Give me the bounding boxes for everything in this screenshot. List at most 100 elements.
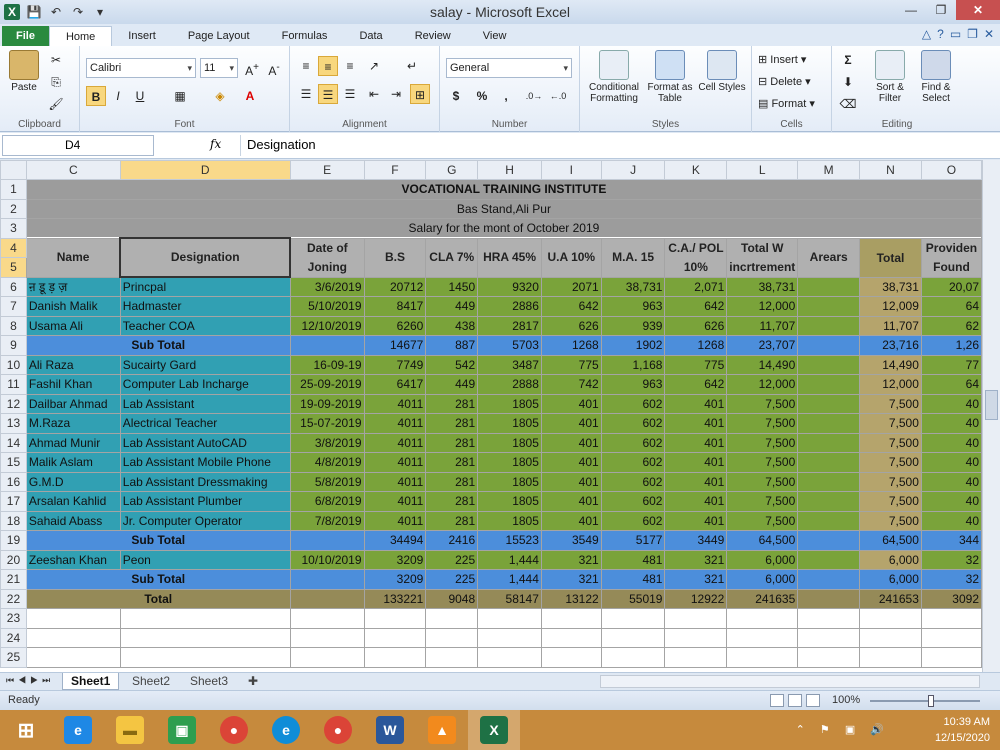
cell-date[interactable]: 7/8/2019 (289, 510, 365, 531)
cell-cla[interactable]: 281 (425, 510, 479, 531)
horizontal-scrollbar[interactable] (600, 675, 980, 688)
insert-sheet-icon[interactable]: ✚ (240, 673, 266, 690)
header-provident[interactable]: Providen Found (920, 237, 982, 278)
cell-total[interactable]: 7,500 (859, 432, 922, 453)
empty-cell[interactable] (540, 627, 602, 648)
empty-cell[interactable] (600, 608, 666, 629)
tab-formulas[interactable]: Formulas (266, 26, 344, 46)
normal-view-icon[interactable] (770, 694, 784, 707)
empty-cell[interactable] (797, 608, 861, 629)
column-header[interactable]: O (920, 160, 982, 180)
format-cells-button[interactable]: ▤ Format ▾ (758, 94, 815, 114)
column-header[interactable]: E (289, 160, 365, 180)
empty-cell[interactable] (664, 647, 728, 668)
zoom-slider[interactable] (870, 695, 980, 707)
cell-designation[interactable]: Teacher COA (119, 315, 291, 336)
cell-date[interactable]: 15-07-2019 (289, 413, 365, 434)
empty-cell[interactable] (425, 608, 479, 629)
cell-name[interactable]: Zeeshan Khan (25, 549, 121, 570)
cell-ca[interactable]: 1268 (664, 335, 728, 356)
zoom-level[interactable]: 100% (832, 694, 860, 706)
sheet-tab-1[interactable]: Sheet1 (62, 673, 120, 690)
cell-name[interactable]: Arsalan Kahlid (25, 491, 121, 512)
cell-bs[interactable]: 4011 (363, 393, 427, 414)
cell-total[interactable]: 38,731 (859, 276, 922, 297)
cell-ma[interactable]: 939 (600, 315, 666, 336)
cell-total[interactable]: 241653 (859, 588, 922, 609)
cell-ca[interactable]: 321 (664, 569, 728, 590)
cell-provident[interactable]: 40 (920, 413, 982, 434)
conditional-formatting-button[interactable]: Conditional Formatting (584, 50, 644, 104)
fill-color-icon[interactable]: ◈ (210, 86, 230, 106)
cell-cla[interactable]: 9048 (425, 588, 479, 609)
cell-ma[interactable]: 602 (600, 510, 666, 531)
empty-cell[interactable] (289, 335, 365, 356)
taskbar-word[interactable]: W (364, 710, 416, 750)
vertical-scrollbar[interactable] (982, 160, 1000, 672)
taskbar-ie[interactable]: e (52, 710, 104, 750)
cell-arears[interactable] (797, 588, 861, 609)
page-break-view-icon[interactable] (806, 694, 820, 707)
format-painter-icon[interactable]: 🖌 (46, 94, 66, 114)
cell-provident[interactable]: 77 (920, 354, 982, 375)
cell-ca[interactable]: 401 (664, 393, 728, 414)
row-header[interactable]: 11 (0, 374, 27, 395)
start-button[interactable]: ⊞ (0, 710, 52, 750)
cell-total[interactable]: 12,000 (859, 374, 922, 395)
cell-date[interactable]: 3/6/2019 (289, 276, 365, 297)
header-bs[interactable]: B.S (363, 237, 427, 278)
paste-button[interactable]: Paste (6, 50, 42, 93)
cell-tw[interactable]: 6,000 (726, 549, 799, 570)
cell-arears[interactable] (797, 510, 861, 531)
window-minimize-icon[interactable]: ▭ (950, 27, 961, 41)
cell-total[interactable]: 7,500 (859, 471, 922, 492)
empty-cell[interactable] (119, 627, 291, 648)
cell-name[interactable]: M.Raza (25, 413, 121, 434)
empty-cell[interactable] (289, 588, 365, 609)
cell-date[interactable]: 6/8/2019 (289, 491, 365, 512)
decrease-indent-icon[interactable]: ⇤ (364, 84, 384, 104)
spreadsheet-grid[interactable]: C D E F G H I J K L M N O 1 VOCATIONAL T… (0, 160, 982, 672)
number-format-dropdown[interactable]: General (446, 58, 572, 78)
cell-ca[interactable]: 401 (664, 491, 728, 512)
header-cla[interactable]: CLA 7% (425, 237, 479, 278)
cell-ma[interactable]: 481 (600, 549, 666, 570)
cell-ca[interactable]: 642 (664, 296, 728, 317)
align-right-icon[interactable]: ☰ (340, 84, 360, 104)
cell-cla[interactable]: 449 (425, 296, 479, 317)
cell-bs[interactable]: 6417 (363, 374, 427, 395)
wrap-text-icon[interactable]: ↵ (402, 56, 422, 76)
column-header[interactable]: I (540, 160, 602, 180)
font-name-dropdown[interactable]: Calibri (86, 58, 196, 78)
cell-cla[interactable]: 281 (425, 471, 479, 492)
merge-center-icon[interactable]: ⊞ (410, 84, 430, 104)
empty-cell[interactable] (859, 627, 922, 648)
cell-ca[interactable]: 775 (664, 354, 728, 375)
cell-ca[interactable]: 401 (664, 452, 728, 473)
cell-name[interactable]: Dailbar Ahmad (25, 393, 121, 414)
row-header[interactable]: 8 (0, 315, 27, 336)
cell-total[interactable]: 64,500 (859, 530, 922, 551)
copy-icon[interactable]: ⎘ (46, 72, 66, 92)
taskbar-edge[interactable]: e (260, 710, 312, 750)
increase-decimal-icon[interactable]: .0→ (524, 86, 544, 106)
cell-provident[interactable]: 1,26 (920, 335, 982, 356)
cell-designation[interactable]: Sucairty Gard (119, 354, 291, 375)
tab-data[interactable]: Data (343, 26, 398, 46)
cell-provident[interactable]: 3092 (920, 588, 982, 609)
cell-hra[interactable]: 1805 (477, 491, 542, 512)
tab-page-layout[interactable]: Page Layout (172, 26, 266, 46)
sheet-tab-2[interactable]: Sheet2 (124, 673, 178, 690)
cell-total[interactable]: 7,500 (859, 393, 922, 414)
cell-total[interactable]: 11,707 (859, 315, 922, 336)
underline-button[interactable]: U (130, 86, 150, 106)
bold-button[interactable]: B (86, 86, 106, 106)
fill-icon[interactable]: ⬇ (838, 72, 858, 92)
cell-designation[interactable]: Lab Assistant (119, 393, 291, 414)
cell-ca[interactable]: 401 (664, 432, 728, 453)
tab-view[interactable]: View (467, 26, 523, 46)
cell-cla[interactable]: 281 (425, 432, 479, 453)
empty-cell[interactable] (289, 530, 365, 551)
cell-provident[interactable]: 32 (920, 549, 982, 570)
cell-total[interactable]: 14,490 (859, 354, 922, 375)
